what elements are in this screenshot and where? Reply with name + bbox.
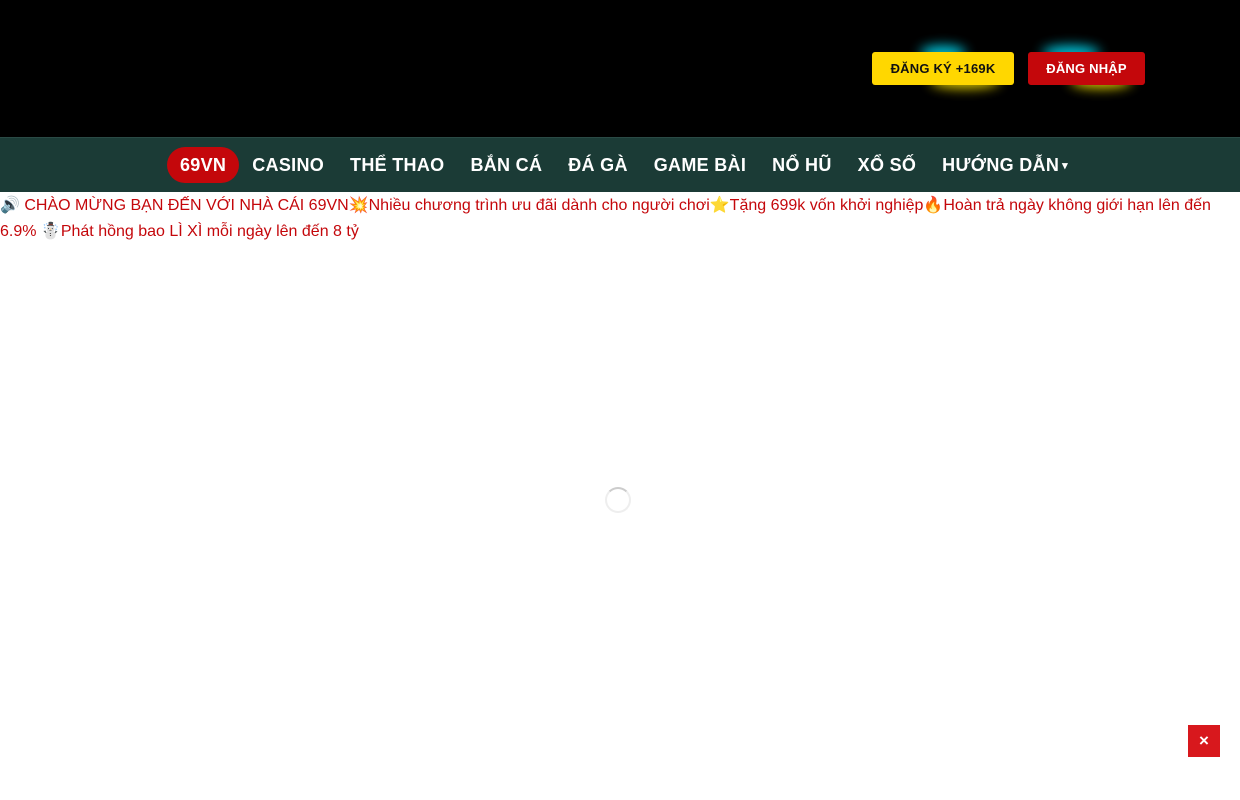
site-header: ĐĂNG KÝ +169K ĐĂNG NHẬP <box>0 0 1240 137</box>
nav-item-label: NỔ HŨ <box>772 155 832 175</box>
nav-item-casino[interactable]: CASINO <box>239 147 337 183</box>
nav-item-guide[interactable]: HƯỚNG DẪN ▾ <box>929 147 1081 183</box>
nav-item-label: THỂ THAO <box>350 155 445 175</box>
login-button[interactable]: ĐĂNG NHẬP <box>1028 52 1145 85</box>
nav-item-label: XỔ SỐ <box>857 155 917 175</box>
nav-item-sports[interactable]: THỂ THAO <box>337 147 457 183</box>
announcement-marquee: 🔊 CHÀO MỪNG BẠN ĐẾN VỚI NHÀ CÁI 69VN💥Nhi… <box>0 193 1240 245</box>
nav-item-card-games[interactable]: GAME BÀI <box>641 147 759 183</box>
nav-item-label: HƯỚNG DẪN <box>942 155 1060 175</box>
announcement-text: CHÀO MỪNG BẠN ĐẾN VỚI NHÀ CÁI 69VN💥Nhiều… <box>0 197 1211 240</box>
nav-item-slots[interactable]: NỔ HŨ <box>759 147 845 183</box>
speaker-icon: 🔊 <box>0 197 20 214</box>
nav-item-label: GAME BÀI <box>653 155 747 175</box>
nav-item-label: BẮN CÁ <box>470 155 543 175</box>
nav-item-cockfight[interactable]: ĐÁ GÀ <box>555 147 641 183</box>
chevron-down-icon: ▾ <box>1062 160 1068 173</box>
nav-item-label: 69VN <box>180 155 227 175</box>
close-button[interactable]: × <box>1188 725 1220 757</box>
nav-item-label: CASINO <box>252 155 325 175</box>
nav-item-fishing[interactable]: BẮN CÁ <box>457 147 555 183</box>
nav-item-home[interactable]: 69VN <box>167 147 240 183</box>
main-nav: 69VN CASINO THỂ THAO BẮN CÁ ĐÁ GÀ GAME B… <box>0 137 1240 192</box>
register-button[interactable]: ĐĂNG KÝ +169K <box>872 52 1014 85</box>
nav-item-lottery[interactable]: XỔ SỐ <box>845 147 930 183</box>
nav-item-label: ĐÁ GÀ <box>568 155 628 175</box>
loading-spinner-icon <box>605 487 631 513</box>
nav-list: 69VN CASINO THỂ THAO BẮN CÁ ĐÁ GÀ GAME B… <box>167 147 1081 183</box>
